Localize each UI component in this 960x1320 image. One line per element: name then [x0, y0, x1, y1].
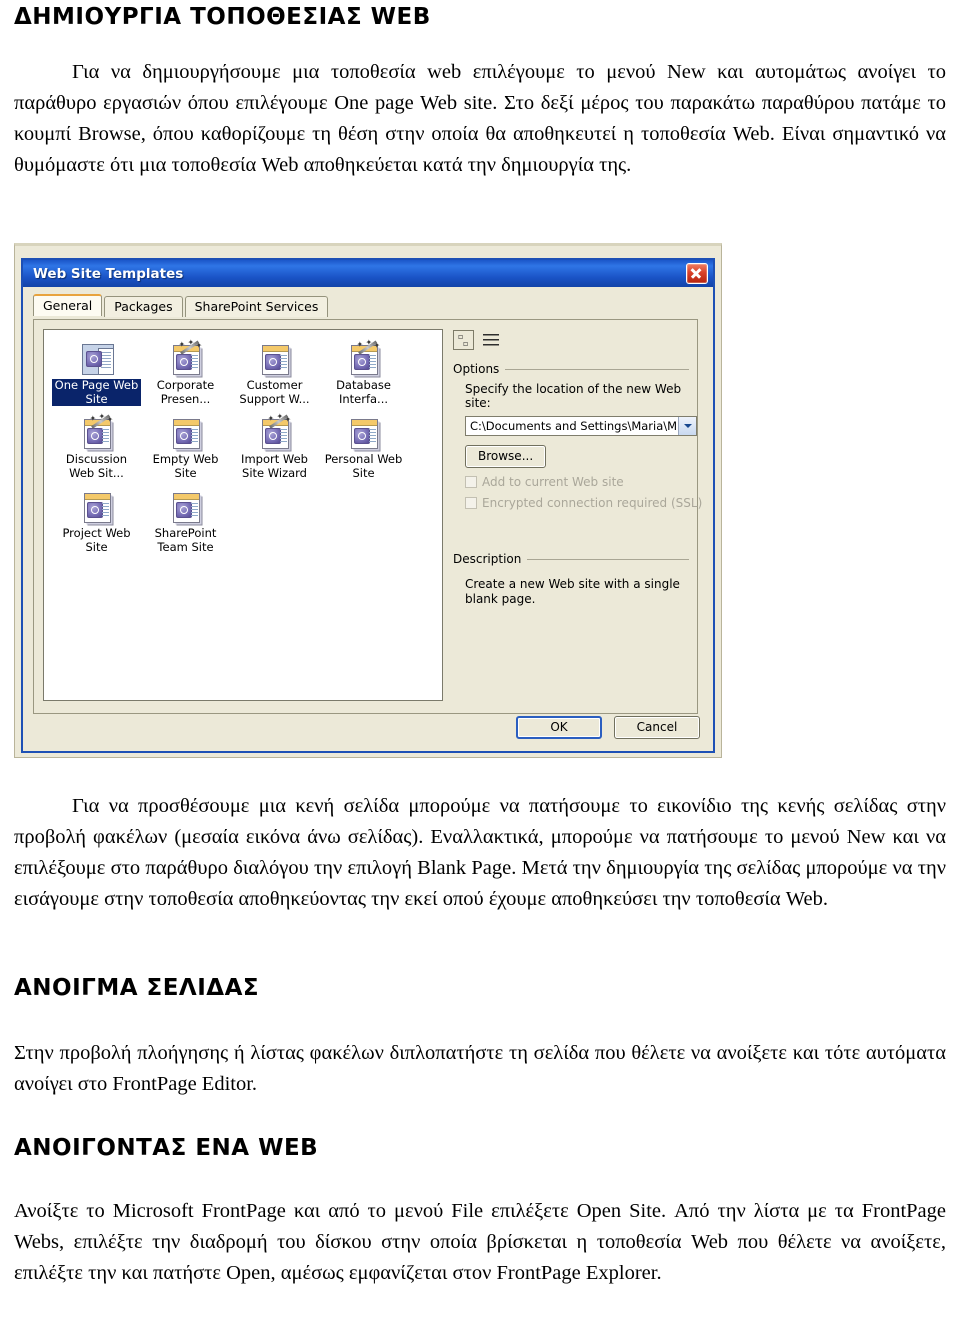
one-page-web-site-icon	[80, 342, 114, 375]
template-item-discussion-web-site[interactable]: ✦ ✦ ✦ Discussion Web Sit...	[52, 413, 141, 486]
ok-button[interactable]: OK	[516, 716, 602, 739]
group-rule	[527, 558, 689, 560]
description-group-body: Create a new Web site with a single blan…	[453, 566, 689, 607]
tab-sharepoint-services[interactable]: SharePoint Services	[184, 296, 329, 317]
empty-web-site-icon	[169, 416, 203, 449]
database-interface-wizard-icon: ✦ ✦ ✦	[347, 339, 381, 375]
group-rule	[505, 368, 689, 370]
close-icon[interactable]	[686, 263, 708, 284]
view-toolbar: ▫ ▫	[453, 330, 501, 350]
chevron-down-icon[interactable]	[678, 417, 696, 435]
paragraph-intro: Για να δημιουργήσουμε μια τοποθεσία web …	[14, 61, 946, 176]
cancel-button[interactable]: Cancel	[614, 716, 700, 739]
dialog-titlebar: Web Site Templates	[23, 260, 713, 287]
options-group-label: Options	[453, 362, 500, 376]
description-group: Description Create a new Web site with a…	[453, 552, 689, 607]
paragraph-open-page: Στην προβολή πλοήγησης ή λίστας φακέλων …	[14, 1042, 946, 1095]
template-item-database-interface[interactable]: ✦ ✦ ✦ Database Interfa...	[319, 339, 408, 412]
description-text: Create a new Web site with a single blan…	[465, 577, 680, 606]
tab-pane-general: One Page Web Site ✦ ✦ ✦ Corporate Presen…	[33, 319, 702, 714]
screenshot-web-site-templates: Web Site Templates General Packages Shar	[14, 243, 722, 758]
customer-support-web-icon	[258, 342, 292, 375]
checkbox-icon[interactable]	[465, 497, 477, 509]
dialog-button-row: OK Cancel	[516, 716, 700, 739]
tab-packages[interactable]: Packages	[104, 296, 183, 317]
document-page: ΔΗΜΙΟΥΡΓΙΑ ΤΟΠΟΘΕΣΙΑΣ WEB Για να δημιουρ…	[0, 0, 960, 1320]
tab-sharepoint-services-label: SharePoint Services	[194, 299, 319, 314]
options-group-title: Options	[453, 362, 689, 376]
screenshot-frame: Web Site Templates General Packages Shar	[14, 243, 722, 758]
template-item-empty-web-site[interactable]: Empty Web Site	[141, 416, 230, 486]
template-item-personal-web-site[interactable]: Personal Web Site	[319, 416, 408, 486]
description-group-label: Description	[453, 552, 522, 566]
add-to-current-web-site-checkbox-row[interactable]: Add to current Web site	[465, 475, 689, 489]
template-label: Customer Support W...	[239, 378, 310, 406]
add-to-current-web-site-label: Add to current Web site	[482, 475, 624, 489]
template-label: Project Web Site	[62, 526, 131, 554]
description-group-title: Description	[453, 552, 689, 566]
template-item-one-page-web-site[interactable]: One Page Web Site	[52, 342, 141, 412]
template-label: Personal Web Site	[324, 452, 403, 480]
dialog-client-area: General Packages SharePoint Services One…	[23, 287, 713, 751]
project-web-site-icon	[80, 490, 114, 523]
template-item-sharepoint-team-site[interactable]: SharePoint Team Site	[141, 490, 230, 560]
list-view-icon[interactable]	[480, 330, 501, 350]
large-icons-view-icon[interactable]: ▫ ▫	[453, 330, 474, 350]
template-item-corporate-presence[interactable]: ✦ ✦ ✦ Corporate Presen...	[141, 339, 230, 412]
template-label: Import Web Site Wizard	[241, 452, 308, 480]
template-item-project-web-site[interactable]: Project Web Site	[52, 490, 141, 560]
checkbox-icon[interactable]	[465, 476, 477, 488]
template-label: SharePoint Team Site	[154, 526, 217, 554]
template-label: One Page Web Site	[52, 378, 141, 406]
sharepoint-team-site-icon	[169, 490, 203, 523]
paragraph-open-web: Ανοίξτε το Microsoft FrontPage και από τ…	[14, 1200, 946, 1284]
options-group: Options Specify the location of the new …	[453, 362, 702, 510]
tab-general[interactable]: General	[33, 294, 103, 316]
dialog-window: Web Site Templates General Packages Shar	[21, 258, 715, 753]
encrypted-connection-checkbox-row[interactable]: Encrypted connection required (SSL)	[465, 496, 702, 510]
template-label: Discussion Web Sit...	[65, 452, 128, 480]
corporate-presence-wizard-icon: ✦ ✦ ✦	[169, 339, 203, 375]
template-item-customer-support-web[interactable]: Customer Support W...	[230, 342, 319, 412]
tab-packages-label: Packages	[114, 299, 173, 314]
encrypted-connection-label: Encrypted connection required (SSL)	[482, 496, 703, 510]
personal-web-site-icon	[347, 416, 381, 449]
template-label: Database Interfa...	[336, 378, 391, 406]
template-label: Empty Web Site	[152, 452, 219, 480]
page-title-create-site: ΔΗΜΙΟΥΡΓΙΑ ΤΟΠΟΘΕΣΙΑΣ WEB	[14, 4, 431, 30]
import-web-site-wizard-icon: ✦ ✦ ✦	[258, 413, 292, 449]
location-value: C:\Documents and Settings\Maria\M	[470, 419, 678, 433]
section-title-open-web: ΑΝΟΙΓΟΝΤΑΣ ΕΝΑ WEB	[14, 1135, 319, 1161]
template-grid: One Page Web Site ✦ ✦ ✦ Corporate Presen…	[44, 330, 442, 560]
paragraph-blank-page: Για να προσθέσουμε μια κενή σελίδα μπορο…	[14, 795, 946, 910]
tab-general-label: General	[43, 298, 93, 313]
location-combobox[interactable]: C:\Documents and Settings\Maria\M	[465, 416, 697, 436]
section-title-open-page: ΑΝΟΙΓΜΑ ΣΕΛΙΔΑΣ	[14, 975, 260, 1001]
dialog-title: Web Site Templates	[33, 265, 184, 282]
browse-button[interactable]: Browse...	[465, 445, 547, 468]
dialog-tabstrip: General Packages SharePoint Services	[33, 294, 330, 317]
template-item-import-web-site-wizard[interactable]: ✦ ✦ ✦ Import Web Site Wizard	[230, 413, 319, 486]
template-label: Corporate Presen...	[156, 378, 215, 406]
location-field-label: Specify the location of the new Web site…	[465, 382, 682, 410]
options-group-body: Specify the location of the new Web site…	[453, 376, 702, 510]
template-list[interactable]: One Page Web Site ✦ ✦ ✦ Corporate Presen…	[43, 329, 443, 701]
discussion-web-site-wizard-icon: ✦ ✦ ✦	[80, 413, 114, 449]
